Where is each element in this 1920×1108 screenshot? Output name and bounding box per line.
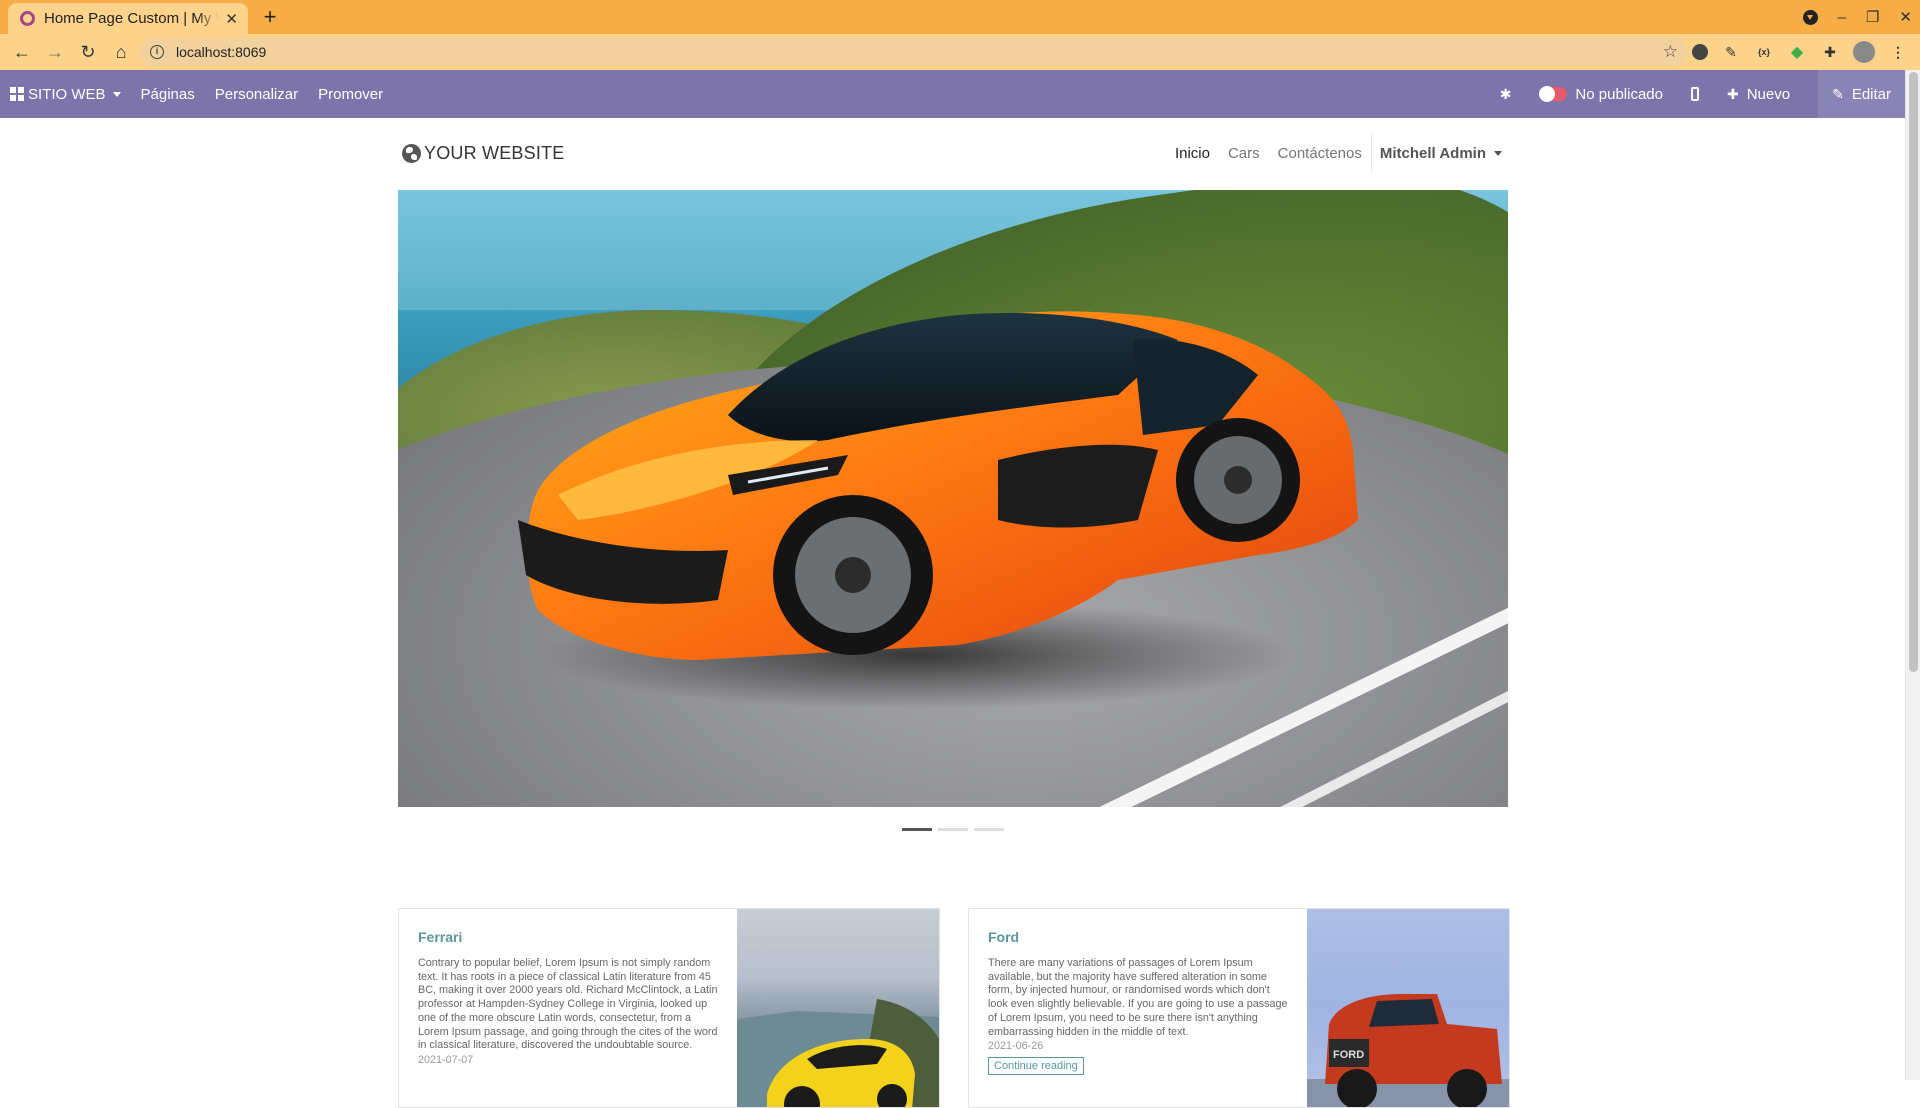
mobile-preview-button[interactable] [1690, 87, 1699, 101]
restore-icon[interactable]: ❐ [1866, 8, 1879, 26]
promote-menu[interactable]: Promover [318, 86, 383, 103]
site-navigation: Inicio Cars Contáctenos Mitchell Admin [1157, 118, 1502, 188]
chevron-down-icon [1494, 151, 1502, 157]
address-bar[interactable]: i localhost:8069 ☆ [140, 38, 1688, 66]
tab-search-icon[interactable] [1802, 9, 1818, 25]
window-controls: – ❐ ✕ [1802, 0, 1912, 34]
ferrari-image [737, 909, 939, 1107]
carousel-indicator[interactable] [902, 828, 932, 831]
card-date: 2021-06-26 [988, 1040, 1044, 1053]
vue-devtools-icon[interactable]: ◆ [1787, 42, 1807, 62]
extensions-area: ✎ {x} ◆ ✚ ⋮ [1692, 34, 1908, 70]
forward-arrow-icon[interactable]: → [39, 36, 71, 68]
apps-grid-icon[interactable] [10, 87, 24, 101]
extension-icon[interactable] [1692, 44, 1708, 60]
close-window-icon[interactable]: ✕ [1899, 8, 1912, 26]
browser-menu-icon[interactable]: ⋮ [1888, 42, 1908, 62]
orange-sports-car-image [518, 311, 1358, 660]
edit-label: Editar [1851, 85, 1891, 103]
logo-text: YOUR WEBSITE [424, 143, 565, 163]
card-text: There are many variations of passages of… [988, 957, 1288, 1038]
minimize-icon[interactable]: – [1838, 9, 1846, 26]
svg-text:FORD: FORD [1333, 1049, 1364, 1061]
pencil-icon: ✎ [1832, 85, 1844, 102]
post-card-ford[interactable]: Ford There are many variations of passag… [968, 908, 1510, 1108]
carousel-indicator[interactable] [938, 828, 968, 831]
url-text[interactable]: localhost:8069 [176, 44, 1663, 60]
json-viewer-icon[interactable]: {x} [1754, 42, 1774, 62]
site-logo[interactable]: YOUR WEBSITE [402, 143, 564, 164]
page-scrollbar[interactable] [1905, 70, 1920, 1080]
card-body: Ferrari Contrary to popular belief, Lore… [399, 909, 737, 1107]
browser-tab-strip: Home Page Custom | My Website ✕ + – ❐ ✕ [0, 0, 1920, 34]
website-header: YOUR WEBSITE Inicio Cars Contáctenos Mit… [398, 118, 1508, 188]
debug-bug-icon[interactable]: ✱ [1500, 86, 1512, 103]
nav-item-home[interactable]: Inicio [1175, 145, 1210, 162]
toggle-switch[interactable] [1539, 86, 1568, 102]
carousel-indicator[interactable] [974, 828, 1004, 831]
edit-button[interactable]: ✎ Editar [1818, 70, 1905, 118]
tab-title: Home Page Custom | My Website [44, 10, 219, 27]
carousel-indicators [902, 828, 1004, 831]
new-tab-button[interactable]: + [258, 3, 282, 31]
profile-avatar[interactable] [1853, 41, 1875, 63]
tab-close-icon[interactable]: ✕ [225, 10, 238, 28]
color-picker-icon[interactable]: ✎ [1721, 42, 1741, 62]
card-title[interactable]: Ford [988, 929, 1289, 945]
hero-carousel[interactable] [398, 190, 1508, 807]
card-body: Ford There are many variations of passag… [969, 909, 1307, 1107]
site-info-icon[interactable]: i [150, 45, 164, 59]
plus-icon: ✚ [1726, 85, 1739, 102]
scrollbar-thumb[interactable] [1909, 72, 1918, 672]
card-title[interactable]: Ferrari [418, 929, 719, 945]
pages-menu[interactable]: Páginas [141, 86, 195, 103]
puzzle-icon[interactable]: ✚ [1820, 42, 1840, 62]
card-date: 2021-07-07 [418, 1053, 474, 1066]
nav-item-cars[interactable]: Cars [1228, 145, 1260, 162]
post-card-ferrari[interactable]: Ferrari Contrary to popular belief, Lore… [398, 908, 940, 1108]
nav-item-contact[interactable]: Contáctenos [1278, 145, 1362, 162]
nav-divider [1370, 133, 1372, 173]
user-name: Mitchell Admin [1379, 144, 1486, 162]
new-label: Nuevo [1746, 85, 1791, 103]
browser-tab[interactable]: Home Page Custom | My Website ✕ [8, 3, 248, 34]
continue-reading-button[interactable]: Continue reading [988, 1057, 1084, 1076]
globe-icon [402, 144, 421, 163]
home-icon[interactable]: ⌂ [105, 36, 137, 68]
card-text: Contrary to popular belief, Lorem Ipsum … [418, 957, 718, 1052]
reload-icon[interactable]: ↻ [72, 36, 104, 68]
ford-truck-image: FORD [1307, 909, 1509, 1107]
mobile-icon [1690, 87, 1699, 101]
website-admin-bar: SITIO WEB Páginas Personalizar Promover … [0, 70, 1905, 118]
publish-toggle[interactable]: No publicado [1539, 86, 1663, 103]
user-menu[interactable]: Mitchell Admin [1380, 145, 1502, 162]
chevron-down-icon [112, 91, 121, 97]
back-arrow-icon[interactable]: ← [6, 36, 38, 68]
browser-toolbar: ← → ↻ ⌂ i localhost:8069 ☆ ✎ {x} ◆ ✚ ⋮ [0, 34, 1920, 70]
odoo-favicon-icon [20, 11, 35, 26]
customize-menu[interactable]: Personalizar [215, 86, 298, 103]
new-button[interactable]: ✚ Nuevo [1727, 86, 1790, 103]
website-menu[interactable]: SITIO WEB [28, 86, 106, 103]
bookmark-star-icon[interactable]: ☆ [1663, 42, 1678, 62]
publish-status-label: No publicado [1575, 85, 1663, 103]
